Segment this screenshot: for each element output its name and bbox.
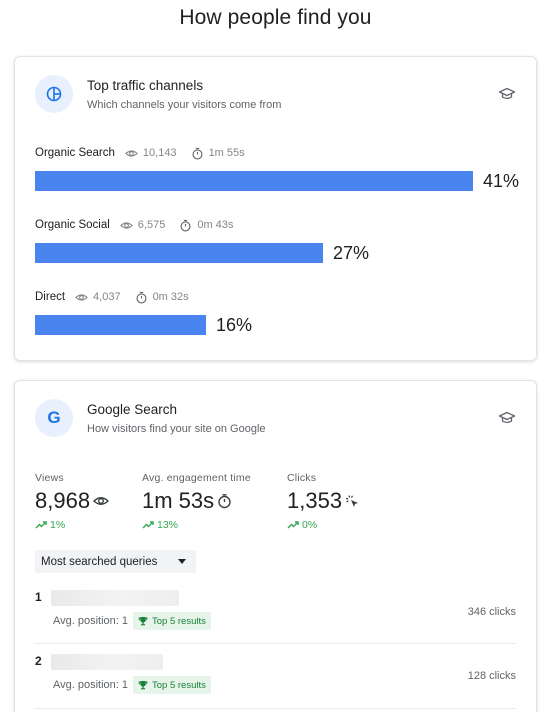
- metric-value: 1,353: [287, 488, 343, 513]
- click-icon: [345, 494, 359, 507]
- channel-row-organic-social[interactable]: Organic Social 6,575 0m 43s 27%: [35, 217, 522, 277]
- channel-time: 1m 55s: [208, 147, 245, 159]
- channel-bar: [35, 171, 473, 191]
- page-title: How people find you: [179, 6, 372, 29]
- trending-up-icon: [287, 521, 299, 529]
- top-results-badge: Top 5 results: [133, 676, 211, 694]
- channel-views: 6,575: [137, 219, 166, 231]
- pie-chart-icon: [35, 75, 73, 113]
- top-results-badge: Top 5 results: [133, 612, 211, 630]
- query-clicks: 128 clicks: [467, 670, 516, 682]
- timer-icon: [180, 219, 191, 231]
- timer-icon: [218, 494, 231, 509]
- google-g-letter: G: [47, 408, 61, 427]
- metric-delta: 13%: [157, 519, 179, 531]
- channel-name: Organic Social: [35, 219, 110, 231]
- divider: [35, 643, 516, 644]
- trending-up-icon: [142, 521, 154, 529]
- query-rank: 2: [35, 654, 42, 668]
- badge-label: Top 5 results: [152, 615, 206, 627]
- metric-value: 1m 53s: [142, 488, 215, 513]
- metric-clicks: Clicks 1,353 0%: [287, 472, 360, 531]
- traffic-channels-card: Top traffic channels Which channels your…: [14, 56, 537, 361]
- channel-row-organic-search[interactable]: Organic Search 10,143 1m 55s 41%: [35, 145, 522, 205]
- metric-label: Clicks: [287, 472, 317, 484]
- eye-icon: [75, 293, 88, 301]
- trophy-icon: [138, 681, 148, 690]
- timer-icon: [192, 147, 203, 159]
- channel-bar: [35, 243, 323, 263]
- card-subtitle: Which channels your visitors come from: [87, 99, 282, 111]
- channel-name: Direct: [35, 291, 66, 303]
- metric-delta: 1%: [50, 519, 66, 531]
- channel-time: 0m 43s: [197, 219, 234, 231]
- channel-row-direct[interactable]: Direct 4,037 0m 32s 16%: [35, 289, 522, 349]
- card-title: Top traffic channels: [87, 78, 204, 93]
- metric-delta: 0%: [302, 519, 318, 531]
- caret-down-icon: [178, 559, 186, 564]
- query-position: Avg. position: 1: [53, 679, 129, 691]
- card-subtitle: How visitors find your site on Google: [87, 423, 266, 435]
- query-row[interactable]: 2 Avg. position: 1 Top 5 results 128 cli…: [35, 654, 516, 712]
- trophy-icon: [138, 617, 148, 626]
- trending-up-icon: [35, 521, 47, 529]
- eye-icon: [125, 149, 138, 157]
- query-rank: 1: [35, 590, 42, 604]
- eye-icon: [93, 497, 110, 505]
- graduation-cap-icon[interactable]: [498, 409, 516, 427]
- card-title: Google Search: [87, 402, 178, 417]
- eye-icon: [119, 221, 133, 229]
- metric-label: Avg. engagement time: [142, 472, 251, 484]
- blurred-query-text: [51, 654, 163, 670]
- blurred-query-text: [51, 590, 179, 606]
- metric-label: Views: [35, 472, 64, 484]
- query-clicks: 346 clicks: [467, 606, 516, 618]
- queries-dropdown[interactable]: Most searched queries: [35, 550, 196, 573]
- google-search-card: G Google Search How visitors find your s…: [14, 380, 537, 712]
- channel-name: Organic Search: [35, 147, 115, 159]
- channel-views: 4,037: [93, 291, 121, 303]
- metric-views: Views 8,968 1%: [35, 472, 110, 531]
- channel-views: 10,143: [142, 147, 177, 159]
- graduation-cap-icon[interactable]: [498, 85, 516, 103]
- metric-engagement-time: Avg. engagement time 1m 53s 13%: [142, 472, 251, 531]
- channel-percent: 41%: [483, 170, 520, 191]
- google-g-icon: G: [35, 399, 73, 437]
- channel-bar: [35, 315, 206, 335]
- dropdown-label: Most searched queries: [41, 555, 158, 568]
- channel-time: 0m 32s: [152, 291, 189, 303]
- query-position: Avg. position: 1: [53, 615, 129, 627]
- badge-label: Top 5 results: [152, 679, 206, 691]
- channel-percent: 16%: [216, 314, 253, 335]
- timer-icon: [136, 291, 147, 303]
- metric-value: 8,968: [35, 488, 91, 513]
- query-row[interactable]: 1 Avg. position: 1 Top 5 results 346 cli…: [35, 590, 516, 648]
- divider: [35, 708, 516, 709]
- channel-percent: 27%: [333, 242, 370, 263]
